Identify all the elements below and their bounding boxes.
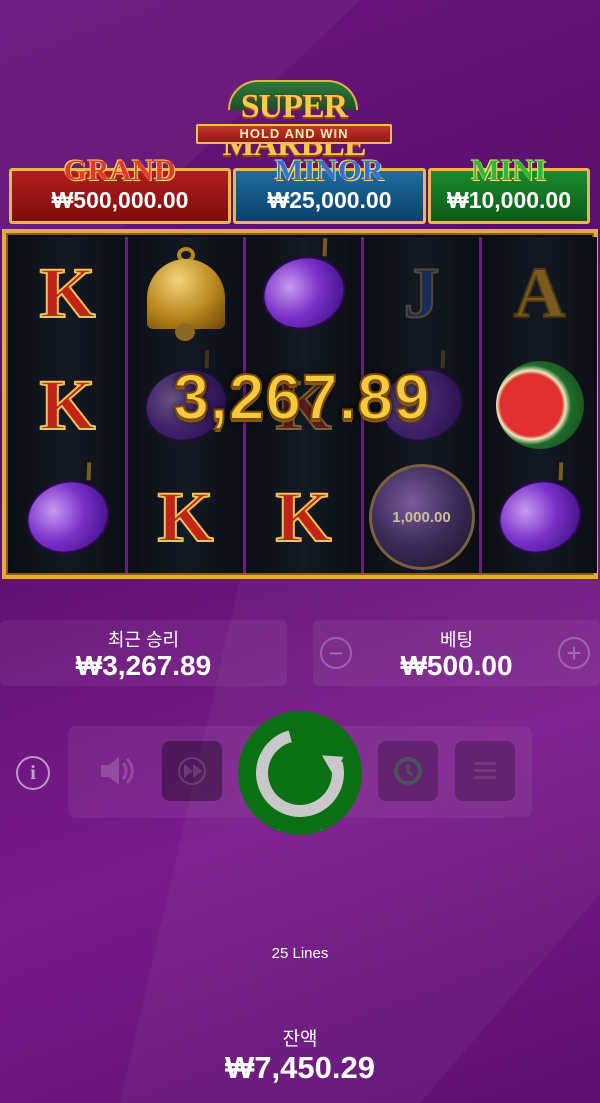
bet-label: 베팅 (439, 630, 474, 650)
watermelon-icon (495, 361, 584, 449)
symbol-j: J (364, 237, 479, 349)
menu-button[interactable] (455, 741, 515, 801)
jackpot-mini-value: ₩10,000.00 (446, 187, 572, 213)
symbol-k-letter: K (156, 477, 214, 557)
logo-subtitle: HOLD AND WIN (196, 124, 392, 144)
paylines-text: 25 Lines (271, 945, 329, 962)
symbol-a-letter: A (513, 253, 567, 333)
jackpot-grand-label: GRAND (63, 154, 177, 187)
balance-label: 잔액 (282, 1029, 318, 1050)
plum-icon (252, 245, 355, 341)
last-win-panel: 최근 승리 ₩3,267.89 (0, 620, 287, 686)
bet-panel: 베팅 ₩500.00 (313, 620, 600, 686)
symbol-k-letter: K (38, 253, 96, 333)
info-button[interactable]: i (16, 756, 50, 790)
jackpot-grand: GRAND ₩500,000.00 (9, 154, 231, 224)
symbol-k-letter: K (274, 477, 332, 557)
menu-icon (474, 762, 496, 779)
jackpot-mini-label: MINI (471, 154, 547, 187)
last-win-label: 최근 승리 (107, 630, 180, 650)
speaker-icon (101, 757, 134, 785)
spin-arrow-icon (239, 712, 361, 834)
marble-symbol: 1,000.00 (364, 461, 479, 573)
watermelon-icon (482, 349, 597, 461)
last-win-value: ₩3,267.89 (75, 650, 212, 681)
symbol-k: K (10, 237, 125, 349)
jackpot-mini: MINI ₩10,000.00 (428, 154, 590, 224)
plum-icon (246, 237, 361, 349)
symbol-j-letter: J (403, 253, 441, 333)
bell-icon (141, 245, 231, 341)
game-logo: SUPER MARBLE HOLD AND WIN (178, 80, 410, 163)
symbol-k: K (246, 461, 361, 573)
balance-value: ₩7,450.29 (225, 1050, 375, 1085)
jackpot-minor-label: MINOR (274, 154, 385, 187)
reel-1: K K (10, 237, 125, 573)
jackpot-minor-value: ₩25,000.00 (267, 187, 392, 213)
autoplay-button[interactable] (378, 741, 438, 801)
symbol-k: K (128, 461, 243, 573)
marble-icon: 1,000.00 (368, 464, 475, 570)
reel-5: A (482, 237, 597, 573)
symbol-a: A (482, 237, 597, 349)
plum-icon (482, 461, 597, 573)
marble-value: 1,000.00 (392, 508, 451, 526)
autoplay-icon (394, 757, 422, 785)
win-amount-overlay: 3,267.89 (172, 360, 431, 434)
jackpot-grand-value: ₩500,000.00 (51, 187, 189, 213)
symbol-k: K (10, 349, 125, 461)
plum-icon (10, 461, 125, 573)
sound-button[interactable] (85, 741, 145, 801)
bet-value: ₩500.00 (400, 650, 513, 681)
bell-icon (128, 237, 243, 349)
spin-button[interactable] (238, 711, 362, 835)
turbo-button[interactable] (162, 741, 222, 801)
plum-icon (488, 469, 591, 565)
symbol-k-letter: K (38, 365, 96, 445)
bet-increase-button[interactable]: + (558, 637, 590, 669)
fast-forward-icon (178, 757, 206, 785)
bet-decrease-button[interactable]: − (320, 637, 352, 669)
plum-icon (16, 469, 119, 565)
jackpot-minor: MINOR ₩25,000.00 (233, 154, 426, 224)
